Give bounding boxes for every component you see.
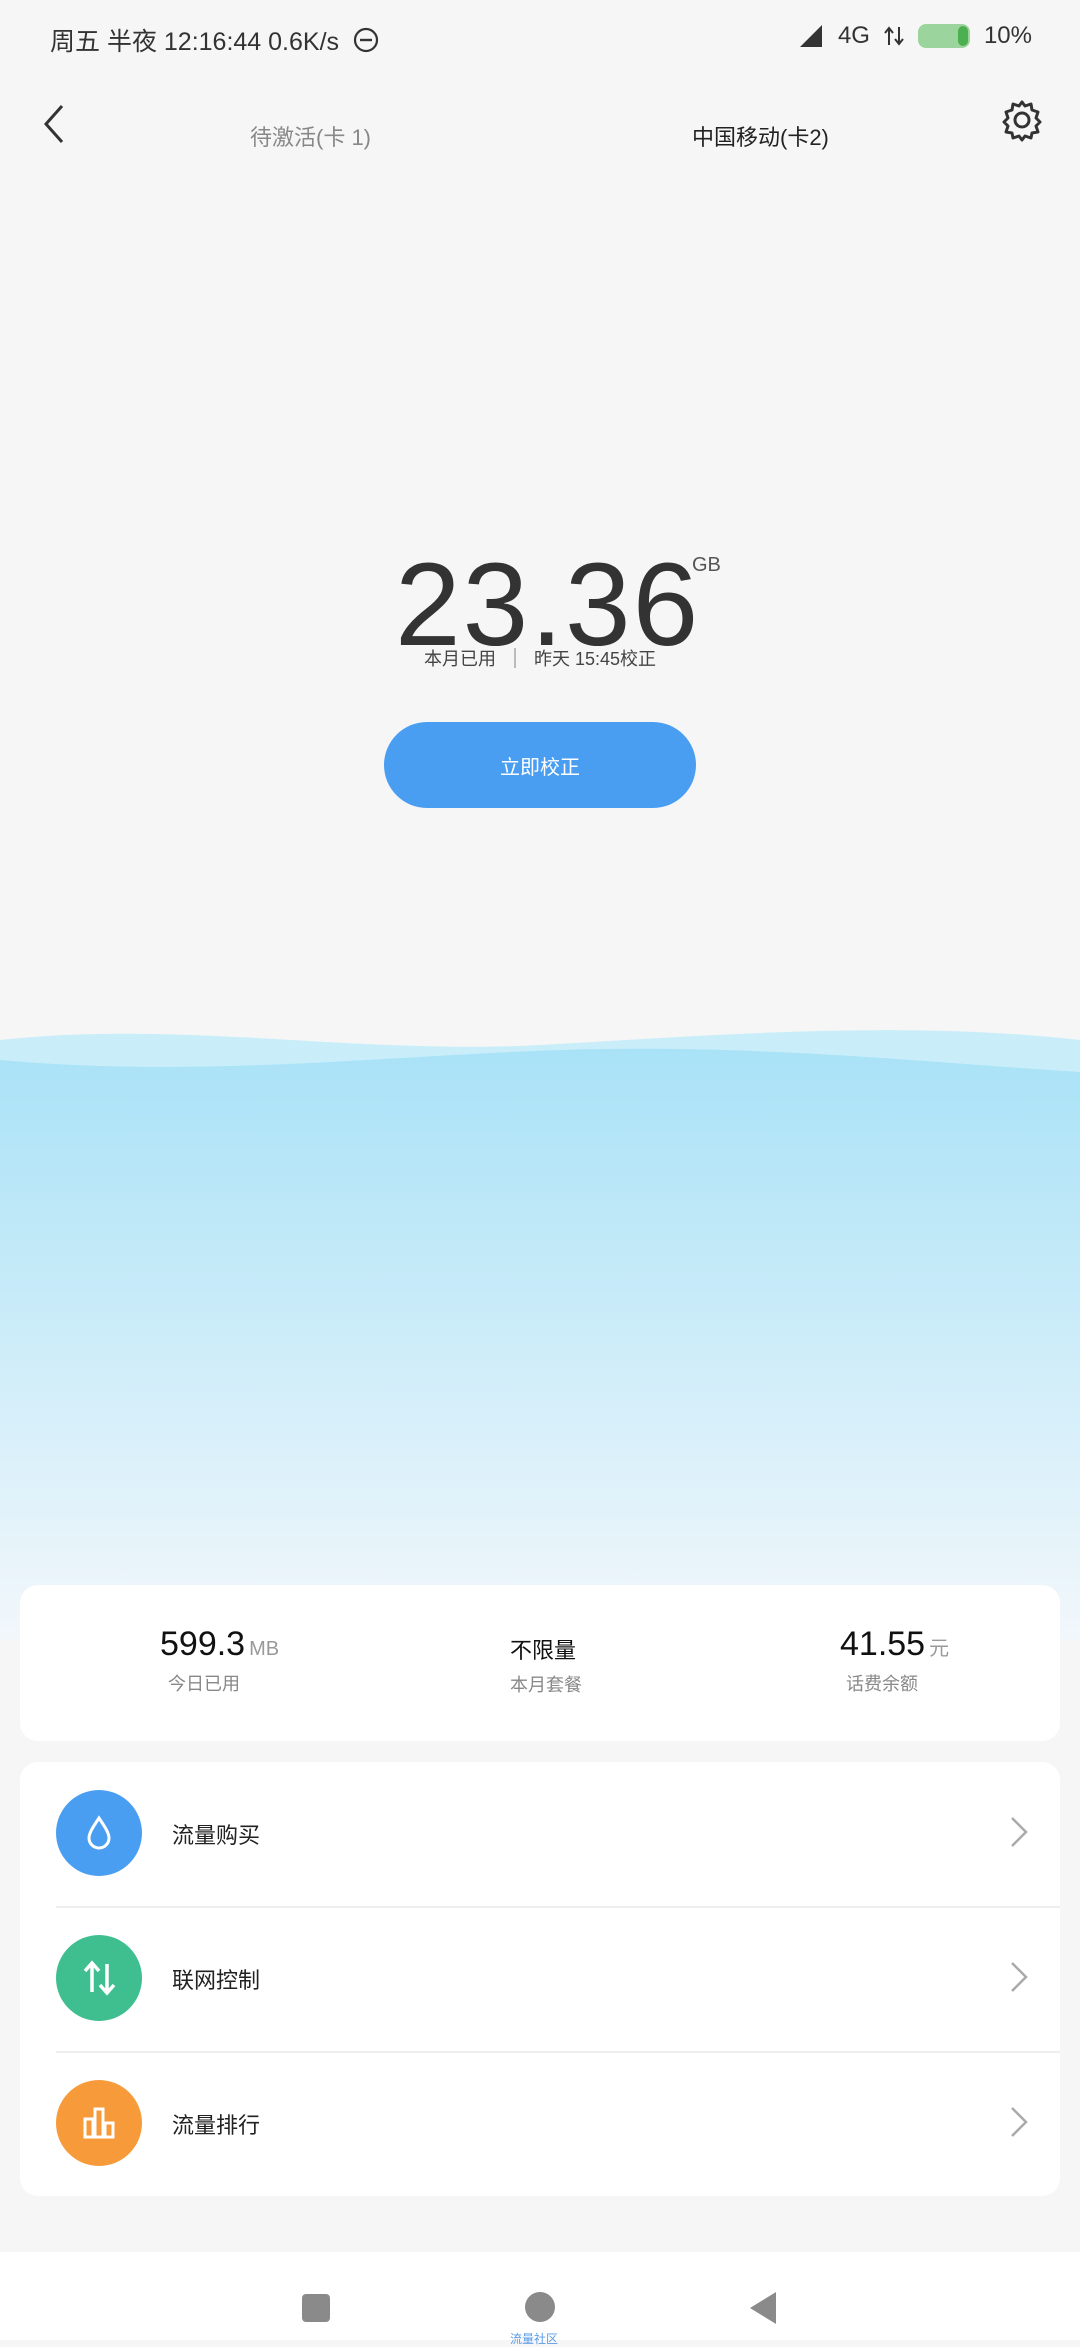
status-text: 周五 半夜 12:16:44 0.6K/s: [50, 28, 340, 56]
calibrated-note: 昨天 15:45校正: [533, 649, 657, 669]
summary-plan-value: 不限量: [510, 1638, 577, 1663]
battery-percent: 10%: [983, 22, 1032, 49]
tab-sim1[interactable]: 待激活(卡 1): [250, 120, 371, 152]
chevron-left-icon: [43, 105, 64, 143]
summary-balance-unit: 元: [929, 1638, 950, 1660]
battery-icon: [917, 24, 970, 48]
do-not-disturb-icon: [353, 27, 379, 53]
status-bar: 周五 半夜 12:16:44 0.6K/s 4G 10%: [0, 0, 1080, 80]
chevron-right-icon: [1011, 1962, 1028, 1992]
list-item-buy-data[interactable]: 流量购买: [20, 1762, 1060, 1907]
nav-caption[interactable]: 流量社区: [510, 2330, 558, 2347]
system-nav-bar: 流量社区: [0, 2252, 1080, 2346]
network-type-label: 4G: [837, 22, 870, 49]
list-item-data-ranking[interactable]: 流量排行: [20, 2052, 1060, 2197]
chevron-right-icon: [1011, 1817, 1028, 1847]
list-item-label: 流量排行: [172, 2113, 261, 2138]
list-item-label: 联网控制: [172, 1968, 261, 1993]
status-right: 4G 10%: [798, 22, 1032, 50]
chevron-right-icon: [1011, 2107, 1028, 2137]
data-transfer-icon: [884, 26, 904, 46]
tab-sim2[interactable]: 中国移动(卡2): [692, 120, 829, 152]
summary-balance-value: 41.55: [840, 1625, 926, 1663]
summary-plan-label: 本月套餐: [510, 1675, 582, 1695]
signal-icon: [799, 25, 822, 47]
usage-unit: GB: [692, 554, 721, 576]
bar-chart-icon: [56, 2080, 142, 2166]
summary-balance-label: 话费余额: [846, 1674, 918, 1694]
divider: [513, 648, 516, 668]
summary-balance: 41.55 元 话费余额: [840, 1625, 949, 1696]
summary-today-value: 599.3: [160, 1625, 246, 1663]
water-drop-icon: [56, 1790, 142, 1876]
home-button[interactable]: [525, 2292, 555, 2322]
calibrate-button[interactable]: 立即校正: [384, 722, 696, 808]
back-button[interactable]: [28, 90, 108, 190]
gear-icon: [1002, 100, 1042, 142]
list-item-network-control[interactable]: 联网控制: [20, 1907, 1060, 2052]
summary-card: 599.3 MB 今日已用 不限量 本月套餐 41.55 元 话费余额: [20, 1585, 1060, 1741]
summary-today-unit: MB: [249, 1638, 280, 1660]
summary-plan: 不限量 本月套餐: [510, 1633, 582, 1697]
top-bar: 待激活(卡 1) 中国移动(卡2): [0, 90, 1080, 200]
usage-label: 本月已用: [423, 649, 496, 669]
up-down-arrows-icon: [56, 1935, 142, 2021]
list-item-label: 流量购买: [172, 1823, 261, 1848]
summary-today-label: 今日已用: [168, 1674, 240, 1694]
usage-subline: 本月已用 昨天 15:45校正: [0, 645, 1080, 671]
water-wave-background: [0, 1030, 1080, 1640]
status-left: 周五 半夜 12:16:44 0.6K/s: [50, 22, 379, 58]
settings-button[interactable]: [972, 90, 1052, 190]
back-nav-button[interactable]: [750, 2292, 776, 2324]
recents-button[interactable]: [302, 2294, 330, 2322]
summary-today: 599.3 MB 今日已用: [160, 1625, 279, 1696]
menu-list: 流量购买 联网控制 流量排行: [20, 1762, 1060, 2196]
